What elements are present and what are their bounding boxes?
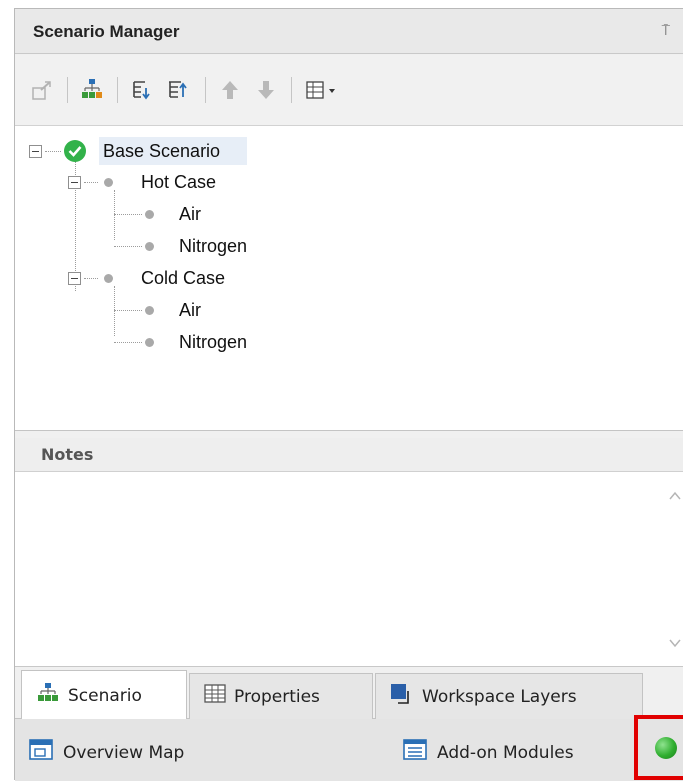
addon-modules-icon [403,739,427,766]
promote-scenario-icon[interactable] [29,77,55,103]
tree-node-hot-nitrogen[interactable]: Nitrogen [179,232,247,260]
tree-connector [45,151,61,152]
scenario-tree: Base Scenario Hot Case Air Nitrogen Cold… [15,125,683,431]
tab-scenario[interactable]: Scenario [21,670,187,720]
toolbar-separator [117,77,118,103]
collapse-toggle-base[interactable] [29,145,42,158]
tab-scenario-label: Scenario [68,685,142,706]
notes-label: Notes [41,445,94,464]
collapse-toggle-cold-case[interactable] [68,272,81,285]
toolbar-separator [291,77,292,103]
scenario-tree-icon [36,682,60,709]
move-up-arrow-icon[interactable] [217,77,243,103]
collapse-toggle-hot-case[interactable] [68,176,81,189]
panel-tabs: Scenario Properties Workspace Layers [15,667,683,720]
tab-properties[interactable]: Properties [189,673,373,719]
tab-workspace-layers-label: Workspace Layers [422,686,577,707]
scenario-dot-icon [145,242,154,251]
panel-title: Scenario Manager [33,22,180,41]
tree-connector [84,182,98,183]
tree-connector [114,286,115,336]
tab-workspace-layers[interactable]: Workspace Layers [375,673,643,719]
create-child-scenario-icon[interactable] [79,77,105,103]
addon-modules-label: Add-on Modules [437,742,574,763]
scenario-dot-icon [145,306,154,315]
pin-icon[interactable]: ⍑ [662,22,670,39]
tree-connector [114,214,142,215]
notes-header: Notes [15,438,683,472]
toolbar-separator [205,77,206,103]
workspace-layers-icon [390,683,414,710]
tree-node-cold-nitrogen[interactable]: Nitrogen [179,328,247,356]
tree-connector [114,190,115,240]
toolbar-separator [67,77,68,103]
scenario-dot-icon [145,338,154,347]
tree-node-hot-case[interactable]: Hot Case [141,168,216,196]
status-bar: Overview Map Add-on Modules [15,719,683,781]
notes-scrollbar[interactable] [666,472,683,667]
active-check-icon [64,140,86,162]
properties-grid-icon [204,684,226,709]
tree-connector [114,246,142,247]
tree-connector [114,310,142,311]
tree-connector [114,342,142,343]
scenario-toolbar [15,55,683,125]
expand-tree-icon[interactable] [129,77,155,103]
collapse-tree-icon[interactable] [165,77,191,103]
scenario-dot-icon [145,210,154,219]
scenario-manager-panel: Scenario Manager ⍑ Base Scenario Hot Cas… [14,8,683,781]
tree-connector [84,278,98,279]
overview-map-button[interactable]: Overview Map [29,739,184,766]
scenario-dot-icon [104,274,113,283]
notes-textarea[interactable] [15,472,683,667]
scenario-dot-icon [104,178,113,187]
tab-properties-label: Properties [234,686,320,707]
overview-map-label: Overview Map [63,742,185,763]
status-green-indicator-icon[interactable] [655,737,677,759]
tree-node-cold-case[interactable]: Cold Case [141,264,225,292]
panel-titlebar: Scenario Manager ⍑ [15,9,683,54]
addon-modules-button[interactable]: Add-on Modules [403,739,574,766]
view-options-dropdown-icon[interactable] [303,77,343,103]
tree-node-hot-air[interactable]: Air [179,200,201,228]
overview-map-icon [29,739,53,766]
tree-node-cold-air[interactable]: Air [179,296,201,324]
move-down-arrow-icon[interactable] [253,77,279,103]
tree-node-base-scenario[interactable]: Base Scenario [103,137,220,165]
